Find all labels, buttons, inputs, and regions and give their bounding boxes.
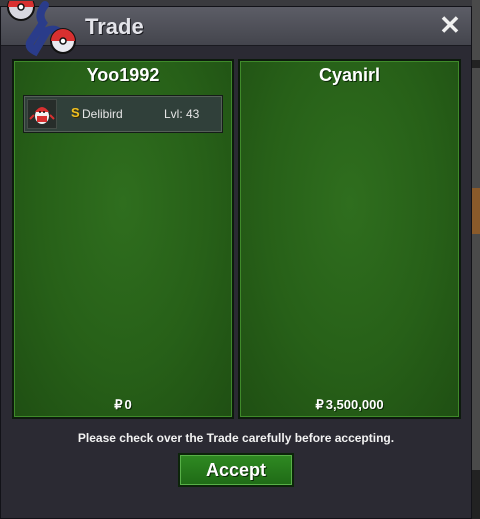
partner-money: ₽3,500,000 — [240, 397, 459, 413]
my-money-value: 0 — [124, 397, 132, 412]
pokemon-level: Lvl: 43 — [164, 107, 200, 121]
trade-item-delibird[interactable]: S Delibird Lvl: 43 — [23, 95, 223, 133]
partner-offer-panel: Cyanirl ₽3,500,000 — [238, 59, 461, 419]
currency-icon: ₽ — [114, 397, 123, 412]
accept-button[interactable]: Accept — [178, 453, 294, 487]
window-title: Trade — [85, 14, 144, 39]
partner-money-value: 3,500,000 — [325, 397, 384, 412]
partner-trainer-name: Cyanirl — [318, 65, 381, 85]
shiny-badge: S — [71, 105, 80, 120]
trade-window: Trade ✕ Yoo1992 S Delibird Lvl: 43 ₽ 0 C… — [0, 1, 472, 519]
currency-icon: ₽ — [315, 397, 324, 412]
my-trainer-name: Yoo1992 — [86, 65, 160, 85]
trade-notice: Please check over the Trade carefully be… — [77, 431, 395, 445]
my-offer-panel: Yoo1992 S Delibird Lvl: 43 ₽0 — [12, 59, 234, 419]
game-background — [472, 0, 480, 519]
pokeball-logo-icon — [7, 1, 76, 57]
pokemon-name: Delibird — [82, 107, 123, 121]
close-icon[interactable]: ✕ — [437, 11, 463, 39]
my-money: ₽0 — [14, 397, 232, 413]
delibird-sprite-icon — [27, 99, 57, 129]
